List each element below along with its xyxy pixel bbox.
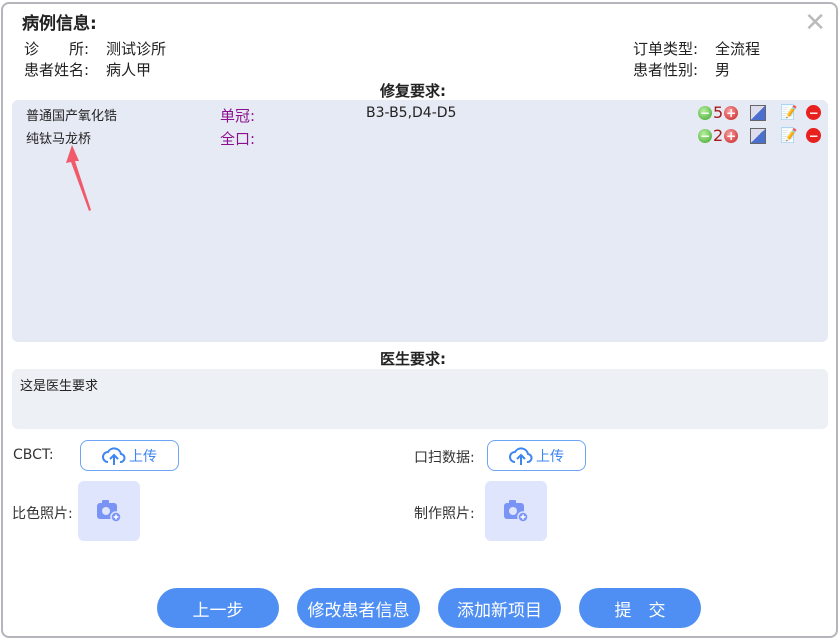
clinic-value: 测试诊所 [106, 40, 167, 58]
increase-icon[interactable]: + [724, 105, 739, 120]
doctor-text: 这是医生要求 [20, 379, 99, 394]
gender-label: 患者性别: [633, 61, 699, 79]
cloud-upload-icon [509, 446, 533, 465]
delete-icon[interactable]: − [806, 105, 822, 120]
edit-icon[interactable]: 📝 [780, 128, 797, 144]
gender-value: 男 [715, 61, 731, 79]
restoration-type: 单冠: [220, 107, 256, 125]
camera-add-icon [504, 500, 529, 523]
repair-item: 普通国产氧化锆 单冠: B3-B5,D4-D5 − 5 + 📝 − [12, 103, 828, 125]
made-photo-label: 制作照片: [414, 506, 475, 522]
previous-button[interactable]: 上一步 [157, 588, 279, 628]
delete-icon[interactable]: − [806, 128, 822, 143]
copy-icon[interactable] [750, 104, 767, 121]
clinic-label: 诊 所: [24, 40, 90, 58]
edit-patient-button[interactable]: 修改患者信息 [297, 588, 420, 628]
teeth: B3-B5,D4-D5 [366, 105, 457, 121]
increase-icon[interactable]: + [724, 128, 739, 143]
upload-label: 上传 [536, 448, 564, 465]
shade-photo-label: 比色照片: [12, 506, 73, 522]
camera-add-icon [97, 500, 122, 523]
decrease-icon[interactable]: − [698, 128, 712, 143]
add-item-button[interactable]: 添加新项目 [438, 588, 561, 628]
copy-icon[interactable] [750, 127, 767, 144]
patient-label: 患者姓名: [24, 61, 90, 79]
order-type-value: 全流程 [715, 40, 761, 58]
close-icon[interactable]: ✕ [804, 10, 826, 36]
order-type-label: 订单类型: [633, 40, 699, 58]
cbct-upload-button[interactable]: 上传 [80, 440, 179, 471]
submit-button[interactable]: 提 交 [579, 588, 701, 628]
doctor-title: 医生要求: [380, 350, 446, 368]
cloud-upload-icon [102, 446, 126, 465]
repair-item: 纯钛马龙桥 全口: − 2 + 📝 − [12, 126, 828, 148]
annotation-arrow-icon [66, 145, 91, 211]
scan-label: 口扫数据: [414, 450, 475, 466]
edit-icon[interactable]: 📝 [780, 105, 797, 121]
shade-photo-upload[interactable] [78, 481, 140, 541]
quantity: 2 [713, 126, 724, 145]
repair-list: 普通国产氧化锆 单冠: B3-B5,D4-D5 − 5 + 📝 − 纯钛马龙桥 … [12, 100, 828, 342]
cbct-label: CBCT: [13, 447, 54, 463]
doctor-requirements[interactable]: 这是医生要求 [12, 369, 828, 429]
patient-value: 病人甲 [106, 61, 152, 79]
upload-label: 上传 [129, 448, 157, 465]
scan-upload-button[interactable]: 上传 [487, 440, 586, 471]
made-photo-upload[interactable] [485, 481, 547, 541]
restoration-type: 全口: [220, 130, 256, 148]
decrease-icon[interactable]: − [698, 105, 712, 120]
dialog-title: 病例信息: [22, 14, 97, 34]
material: 普通国产氧化锆 [26, 109, 118, 124]
repair-title: 修复要求: [380, 82, 446, 100]
quantity: 5 [713, 103, 724, 122]
